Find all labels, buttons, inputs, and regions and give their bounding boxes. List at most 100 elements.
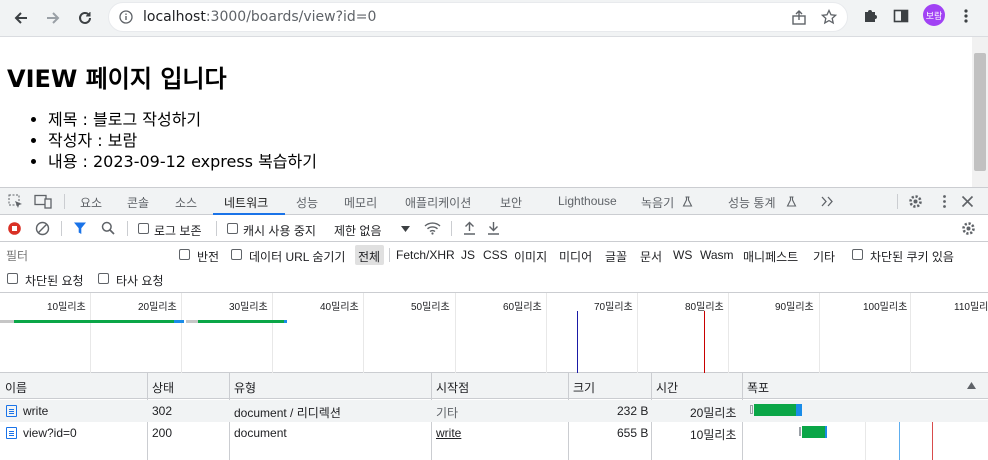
timeline-gridline	[181, 293, 182, 373]
address-bar[interactable]: localhost:3000/boards/view?id=0	[108, 2, 848, 32]
overview-bar-write	[14, 320, 174, 323]
document-file-icon	[6, 405, 17, 417]
side-panel-icon[interactable]	[893, 8, 909, 24]
network-conditions-wifi-icon[interactable]	[424, 221, 441, 235]
hide-data-urls-checkbox[interactable]	[231, 249, 242, 260]
disable-cache-checkbox[interactable]	[227, 223, 238, 234]
blocked-cookies-checkbox[interactable]	[852, 249, 863, 260]
type-filter-wasm[interactable]: Wasm	[700, 248, 734, 262]
load-event-marker	[704, 311, 705, 373]
type-filter-img[interactable]: 이미지	[514, 248, 547, 265]
site-info-icon[interactable]	[119, 10, 133, 24]
throttling-select[interactable]: 제한 없음	[334, 222, 382, 239]
devtools-menu-icon[interactable]	[937, 194, 952, 209]
clear-icon[interactable]	[35, 221, 50, 236]
toolbar-divider	[61, 221, 62, 236]
export-har-download-icon[interactable]	[487, 221, 500, 235]
request-name[interactable]: view?id=0	[23, 426, 77, 440]
column-header-type[interactable]: 유형	[234, 379, 256, 396]
forward-button[interactable]	[40, 5, 66, 31]
inspect-element-icon[interactable]	[8, 194, 23, 209]
tab-network[interactable]: 네트워크	[224, 194, 268, 211]
dropdown-arrow-icon[interactable]	[401, 226, 410, 232]
third-party-checkbox[interactable]	[98, 273, 109, 284]
profile-avatar[interactable]: 보람	[923, 4, 945, 26]
type-filter-js[interactable]: JS	[461, 248, 475, 262]
type-filter-fetch-xhr[interactable]: Fetch/XHR	[396, 248, 455, 262]
overview-bar-download	[174, 320, 184, 323]
active-tab-indicator	[213, 213, 285, 215]
page-scrollbar[interactable]	[972, 37, 988, 187]
tab-memory[interactable]: 메모리	[344, 194, 377, 211]
type-filter-font[interactable]: 글꼴	[605, 248, 627, 265]
type-filter-css[interactable]: CSS	[483, 248, 508, 262]
bookmark-star-icon[interactable]	[821, 9, 837, 25]
url-path: :3000/boards/view?id=0	[205, 9, 377, 25]
tab-elements[interactable]: 요소	[80, 194, 102, 211]
share-icon[interactable]	[791, 10, 807, 26]
column-header-time[interactable]: 시간	[656, 379, 678, 396]
tab-recorder[interactable]: 녹음기	[641, 194, 674, 211]
reload-button[interactable]	[72, 5, 98, 31]
tab-lighthouse[interactable]: Lighthouse	[558, 194, 617, 208]
scrollbar-thumb[interactable]	[974, 53, 986, 171]
request-size: 655 B	[617, 426, 649, 440]
sort-ascending-icon[interactable]	[967, 382, 976, 389]
preserve-log-checkbox[interactable]	[138, 223, 149, 234]
tab-console[interactable]: 콘솔	[127, 194, 149, 211]
column-header-waterfall[interactable]: 폭포	[747, 379, 769, 396]
network-settings-gear-icon[interactable]	[961, 221, 976, 236]
type-filter-doc[interactable]: 문서	[640, 248, 662, 265]
timeline-gridline	[455, 293, 456, 373]
timeline-label: 50밀리초	[411, 302, 450, 313]
filter-funnel-icon[interactable]	[73, 221, 87, 235]
invert-checkbox[interactable]	[179, 249, 190, 260]
waterfall-download-bar	[825, 426, 827, 438]
tab-security[interactable]: 보안	[500, 194, 522, 211]
settings-gear-icon[interactable]	[908, 194, 923, 209]
type-filter-ws[interactable]: WS	[673, 248, 692, 262]
menu-kebab-icon[interactable]	[958, 8, 974, 24]
back-button[interactable]	[8, 5, 34, 31]
tab-performance-insights[interactable]: 성능 통계	[728, 194, 776, 211]
tab-sources[interactable]: 소스	[175, 194, 197, 211]
tab-application[interactable]: 애플리케이션	[405, 194, 471, 211]
timeline-label: 20밀리초	[138, 302, 177, 313]
type-filter-other[interactable]: 기타	[813, 248, 835, 265]
timeline-label: 60밀리초	[503, 302, 542, 313]
devtools-panel: 요소 콘솔 소스 네트워크 성능 메모리 애플리케이션 보안 Lighthous…	[0, 187, 988, 460]
request-name[interactable]: write	[23, 404, 48, 418]
type-filter-manifest[interactable]: 매니페스트	[743, 248, 798, 265]
extensions-puzzle-icon[interactable]	[862, 8, 878, 24]
column-header-initiator[interactable]: 시작점	[436, 379, 469, 396]
network-toolbar: 로그 보존 캐시 사용 중지 제한 없음	[0, 216, 988, 242]
table-row[interactable]: view?id=0 200 document write 655 B 10밀리초	[0, 422, 988, 444]
more-tabs-chevron-icon[interactable]	[821, 196, 834, 207]
record-stop-icon[interactable]	[7, 221, 22, 236]
close-icon[interactable]	[961, 195, 974, 208]
type-filter-media[interactable]: 미디어	[559, 248, 592, 265]
request-initiator-link[interactable]: write	[436, 426, 461, 440]
search-icon[interactable]	[101, 221, 115, 235]
table-row[interactable]: write 302 document / 리디렉션 기타 232 B 20밀리초	[0, 400, 988, 422]
blocked-cookies-label: 차단된 쿠키 있음	[870, 250, 954, 264]
column-header-status[interactable]: 상태	[152, 379, 174, 396]
filter-input[interactable]	[3, 247, 167, 265]
request-type: document	[234, 426, 287, 440]
toolbar-divider	[216, 221, 217, 236]
request-status: 302	[152, 404, 173, 418]
page-viewport: VIEW 페이지 입니다 제목 : 블로그 작성하기 작성자 : 보람 내용 :…	[0, 37, 972, 187]
type-filter-all[interactable]: 전체	[358, 248, 380, 265]
timeline-label: 100밀리초	[863, 302, 908, 313]
import-har-upload-icon[interactable]	[463, 221, 476, 235]
column-header-name[interactable]: 이름	[5, 379, 27, 396]
tab-performance[interactable]: 성능	[296, 194, 318, 211]
toolbar-divider	[127, 221, 128, 236]
post-details-list: 제목 : 블로그 작성하기 작성자 : 보람 내용 : 2023-09-12 e…	[48, 109, 317, 172]
network-overview-timeline[interactable]: 10밀리초 20밀리초 30밀리초 40밀리초 50밀리초 60밀리초 70밀리…	[0, 293, 988, 373]
blocked-requests-checkbox[interactable]	[7, 273, 18, 284]
timeline-label: 40밀리초	[320, 302, 359, 313]
reload-icon	[79, 11, 91, 24]
column-header-size[interactable]: 크기	[573, 379, 595, 396]
device-toolbar-icon[interactable]	[34, 194, 52, 209]
